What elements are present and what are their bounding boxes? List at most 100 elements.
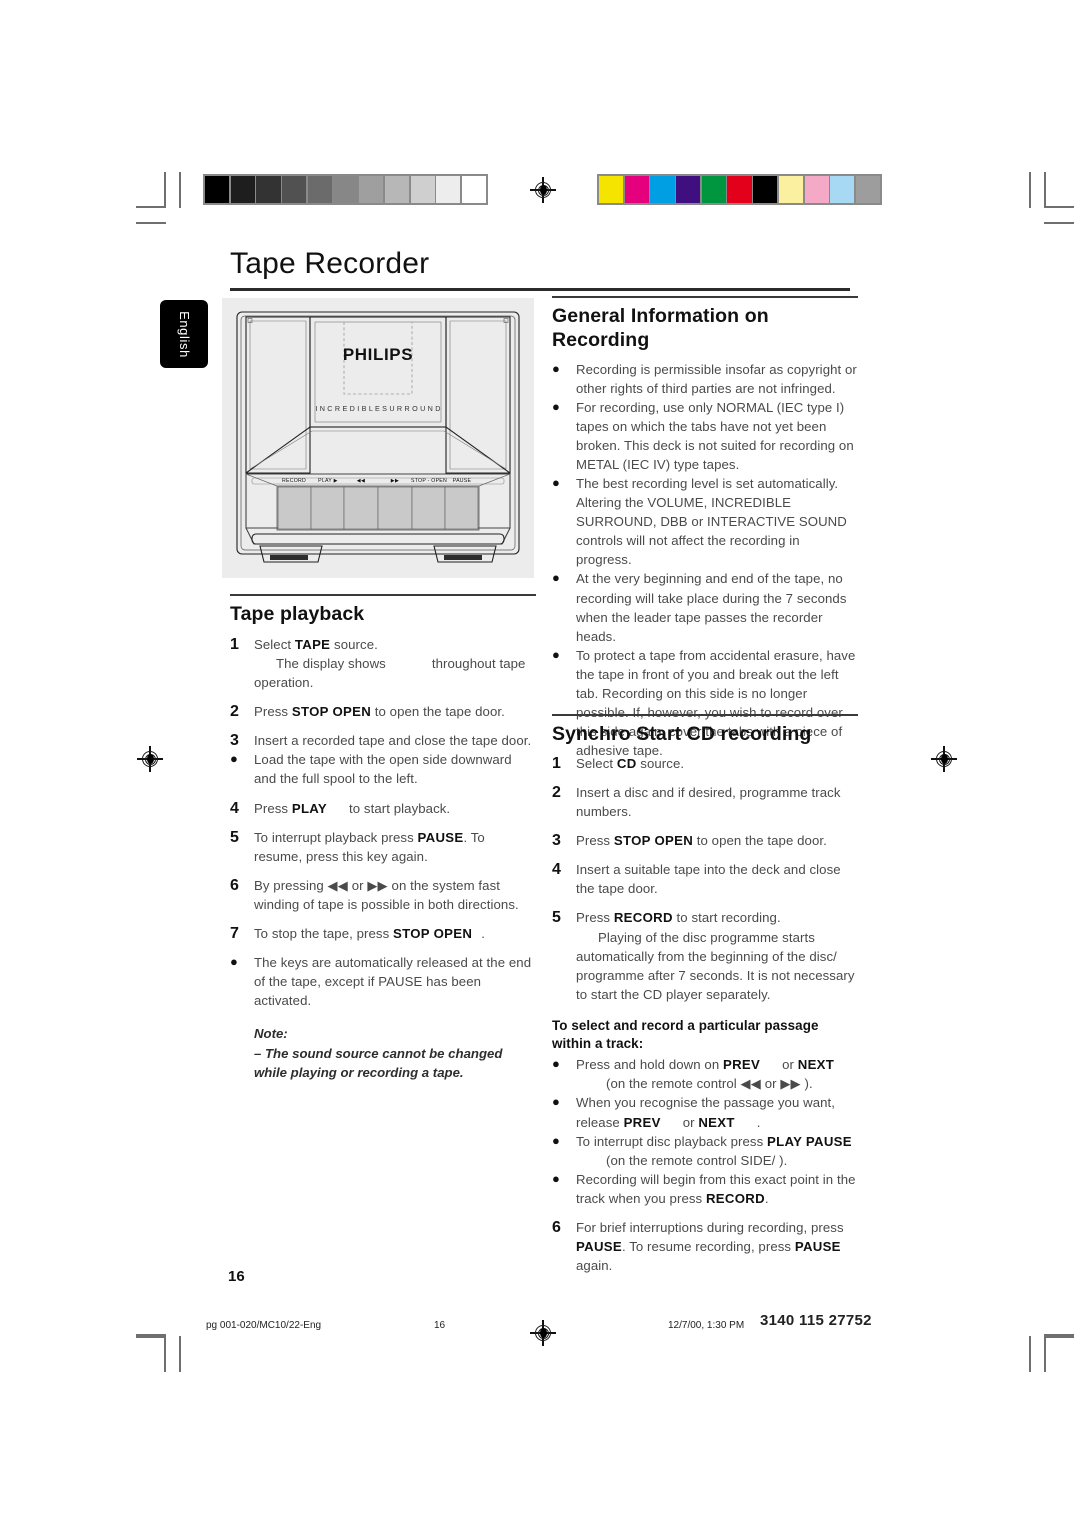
bullet-item: ● The best recording level is set automa… (552, 474, 858, 569)
key-prev: PREV (623, 1114, 661, 1130)
bullet-marker: ● (552, 1056, 560, 1072)
bullet-body: The best recording level is set automati… (576, 474, 858, 569)
color-swatch (599, 176, 624, 203)
bullet-body: The keys are automatically released at t… (254, 953, 536, 1010)
step-text-display: The display shows (276, 655, 386, 671)
step-marker: 5 (552, 909, 561, 927)
crop-mark-top-right-bar (1029, 172, 1031, 208)
crop-mark-bottom-right-bar (1029, 1336, 1031, 1372)
subheading-line-2: within a track: (552, 1036, 644, 1052)
crop-mark-bottom-left-horizontal (136, 1336, 166, 1338)
step-item: 1 Select TAPE source. The display shows t… (230, 635, 536, 692)
bullet-body: Recording is permissible insofar as copy… (576, 360, 858, 398)
language-tab: English (160, 300, 208, 368)
step-text: By pressing ◀◀ or ▶▶ on the system fast … (254, 877, 519, 912)
footer-document-code: 3140 115 27752 (760, 1312, 872, 1329)
grayscale-swatch (307, 176, 332, 203)
bullet-body: Press and hold down on PREV or NEXT (on t… (576, 1055, 858, 1093)
crop-mark-bottom-left-vertical (164, 1336, 166, 1372)
step-item: 4 Press PLAY to start playback. (230, 799, 536, 818)
color-swatch (676, 176, 701, 203)
color-calibration-bar (597, 174, 882, 205)
section-heading-tape-playback: Tape playback (230, 603, 365, 625)
key-tape: TAPE (294, 636, 331, 652)
crop-mark-top-left-vertical (164, 172, 166, 208)
key-record: RECORD (705, 1190, 765, 1206)
step-body: Select TAPE source. The display shows thr… (254, 635, 536, 692)
step-item: 6 For brief interruptions during recordi… (552, 1218, 858, 1275)
bullet-body: At the very beginning and end of the tap… (576, 569, 858, 645)
bullet-text: At the very beginning and end of the tap… (576, 571, 847, 644)
step-body: Press PLAY to start playback. (254, 799, 536, 818)
step-text: For brief interruptions during recording… (576, 1219, 844, 1235)
step-text-display-cont: throughout tape (431, 655, 526, 671)
crop-mark-bottom-right-horizontal (1044, 1336, 1074, 1338)
key-pause: PAUSE (417, 829, 464, 845)
step-text: Insert a suitable tape into the deck and… (576, 862, 841, 897)
heading-line-1: General Information on (552, 305, 769, 327)
left-column: Tape playback 1 Select TAPE source. The … (230, 594, 536, 1082)
step-body: Insert a recorded tape and close the tap… (254, 731, 536, 750)
bullet-body: Recording will begin from this exact poi… (576, 1170, 858, 1208)
bullet-marker: ● (230, 751, 238, 767)
step-marker: 6 (552, 1218, 561, 1236)
step-marker: 6 (230, 876, 239, 894)
step-marker: 4 (552, 861, 561, 879)
grayscale-swatch (282, 176, 307, 203)
language-tab-label: English (176, 310, 192, 358)
registration-mark-right-middle (931, 746, 957, 772)
step-text-operation: operation. (254, 674, 314, 690)
step-marker: 2 (552, 783, 561, 801)
step-body: Press RECORD to start recording. Playing… (576, 908, 858, 1003)
step-marker: 5 (230, 828, 239, 846)
grayscale-swatch (384, 176, 409, 203)
step-marker: 3 (230, 732, 239, 750)
bullet-item: ● Press and hold down on PREV or NEXT (on… (552, 1055, 858, 1093)
note-label: Note: (254, 1026, 288, 1042)
key-prev: PREV (723, 1057, 761, 1073)
step-text-tail: again. (576, 1258, 613, 1274)
page-number: 16 (228, 1268, 245, 1285)
bullet-marker: ● (552, 1094, 560, 1110)
bullet-item: ● Load the tape with the open side downw… (230, 750, 536, 788)
bullet-subtext: (on the remote control SIDE/ ). (606, 1152, 788, 1168)
bullet-text-mid: or (782, 1057, 798, 1073)
step-item: 3 Insert a recorded tape and close the t… (230, 731, 536, 750)
key-cd: CD (616, 755, 637, 771)
bullet-text: Press and hold down on (576, 1057, 723, 1073)
step-text: To interrupt playback press (254, 829, 418, 845)
section-heading-general-information: General Information on Recording (552, 305, 858, 353)
step-text: Select (576, 755, 617, 771)
crop-mark-bottom-left-bar (179, 1336, 181, 1372)
feature-label: I N C R E D I B L E S U R R O U N D (315, 404, 440, 413)
key-stop-open: STOP OPEN (291, 704, 372, 720)
right-column-synchro-start: Synchro Start CD recording 1 Select CD s… (552, 714, 858, 1275)
bullet-marker: ● (552, 1132, 560, 1148)
step-text: Select (254, 636, 295, 652)
key-play-pause: PLAY PAUSE (767, 1133, 852, 1149)
step-body: For brief interruptions during recording… (576, 1218, 858, 1275)
bullet-text-mid: or (682, 1114, 699, 1130)
grayscale-swatch (205, 176, 230, 203)
step-text-cont: to start recording. (672, 910, 781, 926)
bullet-text: The best recording level is set automati… (576, 476, 847, 568)
step-marker: 2 (230, 703, 239, 721)
bullet-text: Load the tape with the open side downwar… (254, 752, 512, 787)
bullet-text: Recording is permissible insofar as copy… (576, 361, 857, 396)
crop-mark-top-right-vertical (1044, 172, 1046, 208)
key-next: NEXT (797, 1057, 835, 1073)
grayscale-swatch (436, 176, 461, 203)
bullet-marker: ● (552, 570, 560, 586)
key-play: PLAY (291, 800, 328, 816)
step-text: Press (576, 910, 614, 926)
step-item: 4 Insert a suitable tape into the deck a… (552, 860, 858, 898)
button-label-rewind: ◀◀ (357, 478, 365, 484)
crop-mark-top-left-horizontal (136, 206, 166, 208)
grayscale-calibration-bar (203, 174, 488, 205)
crop-mark-top-left-tick (136, 222, 166, 224)
step-marker: 1 (230, 635, 239, 653)
step-body: Insert a suitable tape into the deck and… (576, 860, 858, 898)
bullet-item: ● The keys are automatically released at… (230, 953, 536, 1010)
color-swatch (778, 176, 803, 203)
step-item: 6 By pressing ◀◀ or ▶▶ on the system fas… (230, 876, 536, 914)
